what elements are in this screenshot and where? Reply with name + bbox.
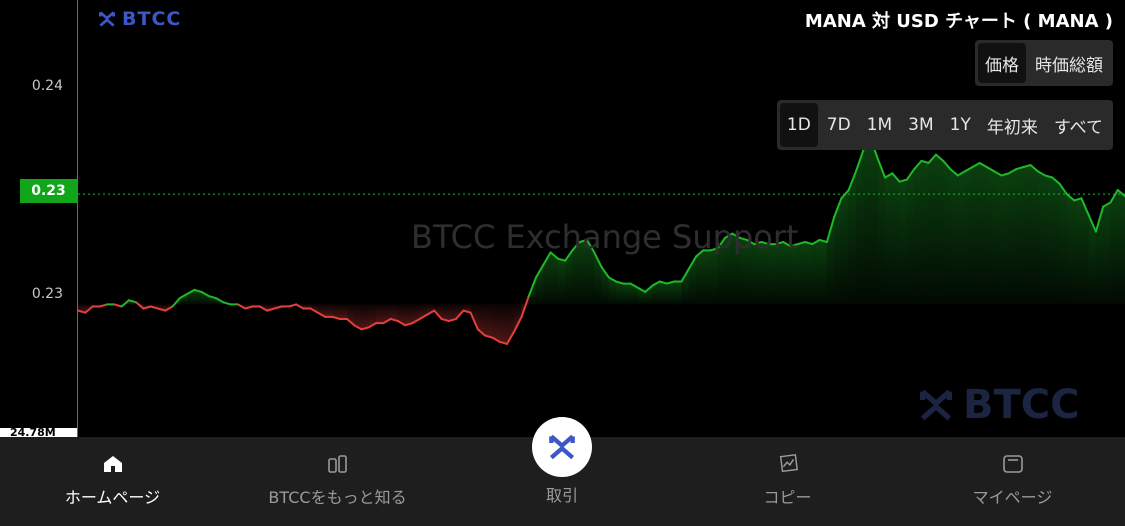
area-fill-segment: [1066, 194, 1075, 305]
area-fill-segment: [1074, 198, 1082, 305]
learn-icon: [327, 453, 349, 475]
area-fill-segment: [1117, 190, 1125, 305]
range-1m[interactable]: 1M: [860, 103, 899, 147]
area-fill-segment: [557, 258, 566, 305]
range-1y[interactable]: 1Y: [943, 103, 978, 147]
area-fill-segment: [994, 171, 1002, 305]
area-fill-segment: [1008, 169, 1016, 305]
area-fill-segment: [623, 283, 631, 305]
area-fill-segment: [841, 190, 849, 305]
y-axis: 0.24 0.23: [0, 0, 78, 437]
nav-home[interactable]: ホームページ: [0, 437, 225, 526]
area-fill-segment: [979, 162, 987, 305]
trade-icon: [549, 434, 575, 460]
area-fill-segment: [659, 281, 667, 305]
area-fill-segment: [666, 281, 675, 305]
area-fill-segment: [885, 173, 893, 305]
brand-logo-text: BTCC: [122, 8, 182, 30]
nav-learn[interactable]: BTCCをもっと知る: [225, 437, 450, 526]
tab-market-cap[interactable]: 時価総額: [1028, 43, 1110, 83]
time-range-toggle: 1D 7D 1M 3M 1Y 年初来 すべて: [776, 100, 1113, 150]
area-fill-segment: [1110, 190, 1118, 305]
nav-learn-label: BTCCをもっと知る: [268, 488, 407, 507]
area-fill-segment: [848, 171, 856, 305]
btcc-watermark-icon: [920, 389, 952, 421]
area-fill-segment: [1052, 177, 1060, 305]
area-fill-segment: [550, 252, 558, 305]
area-fill-segment: [921, 160, 929, 305]
area-fill-segment: [1059, 183, 1067, 305]
range-1d[interactable]: 1D: [779, 103, 818, 147]
area-fill-segment: [1015, 167, 1024, 305]
range-all[interactable]: すべて: [1047, 103, 1110, 147]
area-fill-segment: [325, 304, 333, 317]
nav-home-label: ホームページ: [64, 488, 161, 507]
price-mcap-toggle: 価格 時価総額: [975, 40, 1113, 86]
area-fill-segment: [492, 304, 500, 342]
area-fill-segment: [855, 150, 864, 305]
area-fill-segment: [703, 250, 711, 305]
watermark-logo: BTCC: [915, 382, 1079, 428]
area-fill-segment: [928, 154, 936, 305]
home-icon: [102, 453, 124, 475]
watermark-text: BTCC Exchange Support: [411, 218, 799, 256]
area-fill-segment: [499, 304, 507, 344]
area-fill-segment: [1001, 173, 1009, 305]
y-tick: 0.23: [31, 286, 63, 302]
area-fill-segment: [914, 160, 922, 305]
range-3m[interactable]: 3M: [901, 103, 940, 147]
area-fill-segment: [805, 242, 813, 305]
chart-title: MANA 対 USD チャート ( MANA ): [804, 11, 1113, 32]
area-fill-segment: [405, 304, 413, 326]
area-fill-segment: [935, 154, 944, 305]
brand-logo[interactable]: BTCC: [96, 8, 181, 30]
watermark-logo-text: BTCC: [963, 382, 1080, 428]
area-fill-segment: [710, 248, 718, 305]
trade-button[interactable]: [532, 417, 592, 477]
area-fill-segment: [899, 179, 907, 305]
area-fill-segment: [376, 304, 384, 324]
area-fill-segment: [812, 239, 820, 305]
copy-icon: [777, 453, 799, 475]
area-fill-segment: [870, 138, 878, 305]
area-fill-segment: [361, 304, 369, 330]
area-fill-segment: [797, 242, 806, 305]
area-fill-segment: [819, 239, 827, 305]
area-fill-segment: [485, 304, 493, 338]
range-7d[interactable]: 7D: [820, 103, 858, 147]
area-fill-segment: [339, 304, 348, 319]
area-fill-segment: [1037, 171, 1046, 305]
nav-copy-label: コピー: [763, 488, 812, 507]
wallet-icon: [1002, 453, 1024, 475]
tab-price[interactable]: 価格: [978, 43, 1026, 83]
nav-copy[interactable]: コピー: [675, 437, 900, 526]
area-fill-segment: [943, 160, 951, 305]
area-fill-segment: [863, 138, 871, 305]
area-fill-segment: [674, 281, 682, 305]
area-fill-segment: [965, 167, 973, 305]
btcc-logo-icon: [99, 11, 115, 27]
area-fill-segment: [986, 167, 995, 305]
area-fill-segment: [972, 162, 980, 305]
y-tick: 0.24: [31, 78, 63, 94]
chart-screen: BTCC Exchange Support BTCC 0.24 0.23 0.2…: [0, 0, 1125, 526]
area-fill-segment: [950, 169, 958, 305]
nav-trade-label: 取引: [545, 486, 578, 505]
area-fill-segment: [1103, 202, 1111, 305]
nav-mypage[interactable]: マイページ: [900, 437, 1125, 526]
area-fill-segment: [877, 158, 886, 305]
area-fill-segment: [616, 281, 624, 305]
area-fill-segment: [1023, 165, 1031, 305]
current-price-badge: 0.23: [20, 179, 77, 203]
area-fill-segment: [1045, 175, 1053, 305]
area-fill-segment: [957, 171, 966, 305]
nav-mypage-label: マイページ: [972, 488, 1053, 507]
area-fill-segment: [906, 169, 915, 305]
area-fill-segment: [1030, 165, 1038, 305]
range-ytd[interactable]: 年初来: [980, 103, 1045, 147]
area-fill-segment: [696, 250, 704, 305]
area-fill-segment: [892, 173, 900, 305]
